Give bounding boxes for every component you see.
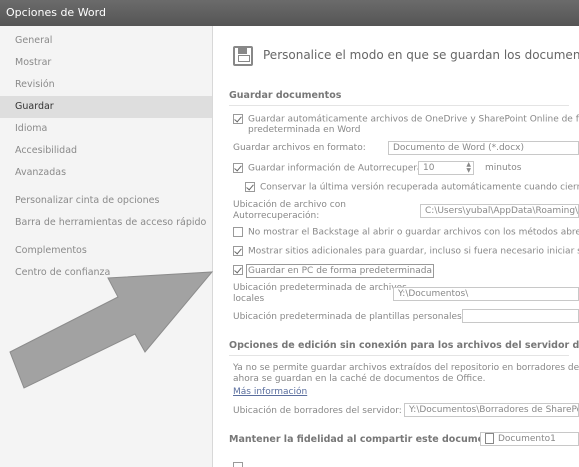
format-select[interactable]: Documento de Word (*.docx) (388, 141, 579, 155)
autorecover-location-field[interactable]: C:\Users\yubal\AppData\Roaming\ (420, 204, 579, 218)
autorecover-minutes-value: 10 (423, 163, 435, 173)
keep-last-row[interactable]: Conservar la última versión recuperada a… (245, 182, 579, 193)
stepper-arrows-icon[interactable]: ▲ ▼ (466, 162, 471, 174)
templates-label: Ubicación predeterminada de plantillas p… (233, 312, 465, 322)
drafts-field[interactable]: Y:\Documentos\Borradores de SharePoint (404, 403, 579, 417)
panel-header-text: Personalice el modo en que se guardan lo… (263, 48, 579, 62)
save-pc-label: Guardar en PC de forma predeterminada (246, 263, 434, 278)
save-pc-checkbox[interactable] (233, 265, 243, 275)
local-location-field[interactable]: Y:\Documentos\ (393, 287, 579, 301)
format-label: Guardar archivos en formato: (233, 143, 366, 153)
offline-desc-line1: Ya no se permite guardar archivos extraí… (233, 363, 579, 373)
sidebar-item-complementos[interactable]: Complementos (0, 240, 212, 262)
options-main-panel: Personalice el modo en que se guardan lo… (213, 26, 579, 467)
sidebar-item-accesibilidad[interactable]: Accesibilidad (0, 140, 212, 162)
window-titlebar: Opciones de Word (0, 0, 579, 26)
keep-last-checkbox[interactable] (245, 182, 255, 192)
more-info-link[interactable]: Más información (233, 387, 307, 397)
sidebar-item-acceso-rapido[interactable]: Barra de herramientas de acceso rápido (0, 212, 212, 234)
fidelity-doc-select[interactable]: Documento1 (480, 432, 579, 446)
backstage-checkbox[interactable] (233, 227, 243, 237)
drafts-label: Ubicación de borradores del servidor: (233, 406, 402, 416)
backstage-row[interactable]: No mostrar el Backstage al abrir o guard… (233, 227, 579, 238)
offline-desc-line2: ahora se guardan en la caché de document… (233, 374, 486, 384)
sidebar-item-revision[interactable]: Revisión (0, 74, 212, 96)
autosave-checkbox[interactable] (233, 114, 243, 124)
section-guardar-documentos: Guardar documentos (229, 90, 569, 106)
autorecover-location-label-1: Ubicación de archivo con (233, 200, 346, 210)
document-icon (485, 433, 494, 444)
sidebar-item-personalizar-cinta[interactable]: Personalizar cinta de opciones (0, 190, 212, 212)
save-disk-icon (233, 46, 253, 66)
show-places-checkbox[interactable] (233, 246, 243, 256)
cutoff-checkbox[interactable] (233, 462, 243, 467)
autorecover-unit: minutos (485, 163, 522, 173)
save-pc-row[interactable]: Guardar en PC de forma predeterminada (233, 263, 434, 278)
autosave-row[interactable]: Guardar automáticamente archivos de OneD… (233, 114, 579, 125)
window-title: Opciones de Word (6, 6, 106, 19)
fidelity-doc-value: Documento1 (498, 434, 556, 444)
autorecover-minutes-stepper[interactable]: 10 ▲ ▼ (418, 161, 474, 175)
autorecover-location-label-2: Autorrecuperación: (233, 211, 320, 221)
autosave-label: Guardar automáticamente archivos de OneD… (248, 114, 579, 125)
sidebar-item-avanzadas[interactable]: Avanzadas (0, 162, 212, 184)
local-location-label-1: Ubicación predeterminada de archivos (233, 283, 407, 293)
show-places-row[interactable]: Mostrar sitios adicionales para guardar,… (233, 246, 579, 257)
sidebar-item-general[interactable]: General (0, 30, 212, 52)
show-places-label: Mostrar sitios adicionales para guardar,… (248, 246, 579, 257)
section-offline-editing: Opciones de edición sin conexión para lo… (229, 340, 579, 356)
sidebar-item-centro-confianza[interactable]: Centro de confianza (0, 262, 212, 284)
templates-field[interactable] (462, 309, 579, 323)
autosave-label-line2: predeterminada en Word (248, 125, 361, 135)
keep-last-label: Conservar la última versión recuperada a… (260, 182, 579, 193)
local-location-label-2: locales (233, 294, 265, 304)
autorecover-checkbox[interactable] (233, 163, 243, 173)
sidebar-item-idioma[interactable]: Idioma (0, 118, 212, 140)
cutoff-row (233, 462, 248, 467)
options-sidebar: General Mostrar Revisión Guardar Idioma … (0, 26, 213, 467)
sidebar-item-guardar[interactable]: Guardar (0, 96, 212, 118)
sidebar-item-mostrar[interactable]: Mostrar (0, 52, 212, 74)
backstage-label: No mostrar el Backstage al abrir o guard… (248, 227, 579, 238)
